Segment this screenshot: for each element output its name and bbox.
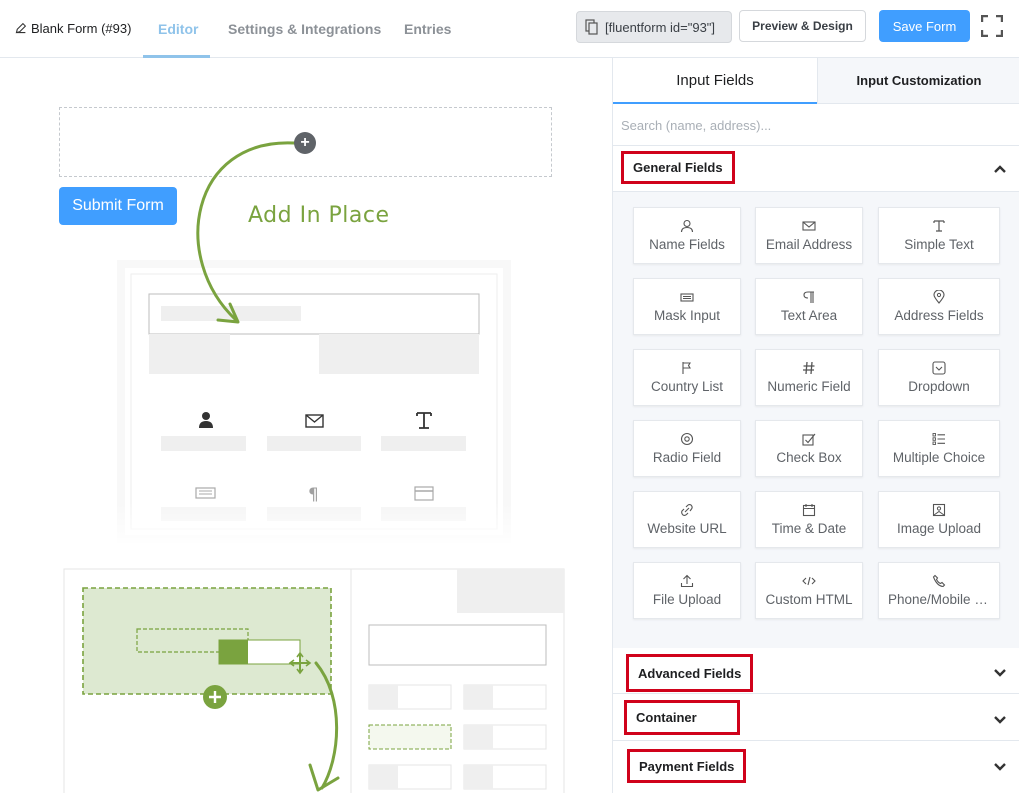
field-check-box[interactable]: Check Box [755,420,863,477]
keyboard-icon [680,293,694,302]
list-icon [932,433,945,445]
section-payment-fields[interactable]: Payment Fields [613,742,1019,793]
add-in-place-illustration: ¶ [63,141,565,793]
shortcode-text: [fluentform id="93"] [605,19,716,35]
tab-entries[interactable]: Entries [404,21,451,37]
field-dropdown[interactable]: Dropdown [878,349,1000,406]
field-label: Name Fields [649,237,725,252]
section-container[interactable]: Container [613,695,1019,741]
envelope-icon [802,221,816,231]
form-title-text: Blank Form (#93) [31,21,132,36]
field-country-list[interactable]: Country List [633,349,741,406]
field-search-input[interactable]: Search (name, address)... [613,104,1019,146]
field-simple-text[interactable]: Simple Text [878,207,1000,264]
field-numeric-field[interactable]: Numeric Field [755,349,863,406]
field-mask-input[interactable]: Mask Input [633,278,741,335]
image-icon [932,503,946,517]
field-label: Multiple Choice [892,450,986,465]
field-website-url[interactable]: Website URL [633,491,741,548]
field-address-fields[interactable]: Address Fields [878,278,1000,335]
field-label: Radio Field [652,450,722,465]
field-label: Dropdown [908,379,970,394]
section-container-label: Container [624,700,740,735]
paragraph-icon [803,291,814,303]
section-advanced-label: Advanced Fields [626,654,754,692]
fullscreen-icon[interactable] [981,15,1003,37]
field-label: Image Upload [896,521,982,536]
calendar-icon [802,504,816,517]
field-text-area[interactable]: Text Area [755,278,863,335]
save-form-button[interactable]: Save Form [879,10,970,42]
field-time-date[interactable]: Time & Date [755,491,863,548]
preview-design-button[interactable]: Preview & Design [739,10,866,42]
tab-input-customization[interactable]: Input Customization [817,58,1019,104]
form-canvas: Submit Form ¶ + Add In Place [0,58,612,793]
field-label: Time & Date [771,521,847,536]
chevron-down-icon [994,763,1006,771]
text-icon [933,220,945,232]
tab-settings-integrations[interactable]: Settings & Integrations [228,21,381,37]
phone-icon [932,574,946,588]
svg-text:¶: ¶ [308,485,319,505]
checkbox-icon [802,433,816,446]
tab-input-fields[interactable]: Input Fields [613,58,817,104]
field-phone-mobile-fi[interactable]: Phone/Mobile Fi... [878,562,1000,619]
flag-icon [682,362,691,374]
chevron-down-icon [994,716,1006,724]
add-field-plus-icon[interactable]: + [294,132,316,154]
field-label: Check Box [776,450,842,465]
map-pin-icon [933,290,945,304]
pencil-icon [15,22,27,34]
field-multiple-choice[interactable]: Multiple Choice [878,420,1000,477]
upload-icon [680,574,694,588]
field-label: Text Area [780,308,838,323]
tab-editor[interactable]: Editor [158,21,198,37]
copy-icon [585,19,598,35]
field-label: Phone/Mobile Fi... [888,592,990,607]
field-label: Simple Text [904,237,974,252]
chevron-up-icon [994,165,1006,173]
section-advanced-fields[interactable]: Advanced Fields [613,648,1019,694]
chevron-down-icon [994,669,1006,677]
field-label: File Upload [652,592,722,607]
form-title[interactable]: Blank Form (#93) [14,21,131,36]
field-file-upload[interactable]: File Upload [633,562,741,619]
radio-icon [680,432,694,446]
link-icon [681,504,693,516]
hash-icon [803,361,815,375]
field-name-fields[interactable]: Name Fields [633,207,741,264]
user-icon [680,219,694,233]
field-image-upload[interactable]: Image Upload [878,491,1000,548]
code-icon [802,576,816,586]
section-payment-label: Payment Fields [627,749,747,783]
field-radio-field[interactable]: Radio Field [633,420,741,477]
field-label: Custom HTML [765,592,853,607]
field-label: Country List [650,379,724,394]
paragraph-icon: ¶ [308,485,319,505]
section-general-fields[interactable]: General Fields [613,146,1019,192]
add-in-place-hint: Add In Place [248,203,390,228]
field-label: Numeric Field [767,379,851,394]
field-label: Website URL [647,521,727,536]
field-custom-html[interactable]: Custom HTML [755,562,863,619]
shortcode-copy[interactable]: [fluentform id="93"] [576,11,732,43]
field-label: Mask Input [653,308,721,323]
section-general-label: General Fields [621,151,735,184]
field-label: Address Fields [894,308,984,323]
field-email-address[interactable]: Email Address [755,207,863,264]
field-label: Email Address [765,237,853,252]
dropdown-icon [932,361,946,375]
top-bar: Blank Form (#93) Editor Settings & Integ… [0,0,1019,58]
